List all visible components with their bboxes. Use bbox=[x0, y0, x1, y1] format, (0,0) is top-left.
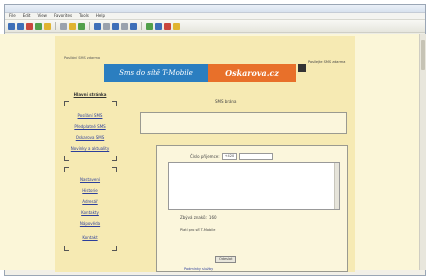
bracket-decoration bbox=[64, 246, 69, 251]
bracket-decoration bbox=[64, 156, 69, 161]
nav-link[interactable]: Oskarova SMS bbox=[62, 135, 118, 140]
recipient-input[interactable] bbox=[239, 153, 274, 160]
small-logo[interactable]: Posílání SMS zdarma bbox=[62, 56, 102, 86]
toolbar-extra-icon[interactable] bbox=[173, 22, 180, 30]
mail-icon[interactable] bbox=[94, 22, 101, 30]
bracket-decoration bbox=[112, 246, 117, 251]
bracket-decoration bbox=[64, 167, 69, 172]
send-row: Odeslat bbox=[215, 256, 237, 263]
side-heading[interactable]: Hlavní stránka bbox=[62, 92, 118, 97]
form-note: Platí pro síť T-Mobile bbox=[180, 228, 216, 232]
textarea-scrollbar[interactable] bbox=[334, 163, 339, 209]
toolbar-separator bbox=[141, 22, 142, 30]
menu-view[interactable]: View bbox=[37, 13, 47, 19]
stop-icon[interactable] bbox=[26, 22, 33, 30]
refresh-icon[interactable] bbox=[35, 22, 42, 30]
menu-bar: File Edit View Favorites Tools Help bbox=[5, 13, 425, 20]
scrollbar-thumb[interactable] bbox=[421, 40, 425, 70]
nav-link[interactable]: Nastavení bbox=[62, 177, 118, 182]
banner-note: Posílejte SMS zdarma bbox=[308, 60, 346, 64]
menu-favorites[interactable]: Favorites bbox=[54, 13, 72, 19]
title-bar bbox=[5, 5, 425, 13]
nav-link[interactable]: Historie bbox=[62, 188, 118, 193]
info-box bbox=[140, 112, 347, 134]
bracket-decoration bbox=[112, 156, 117, 161]
partner-logo bbox=[298, 64, 306, 72]
edit-icon[interactable] bbox=[112, 22, 119, 30]
chars-row: Zbývá znaků: 160 bbox=[180, 215, 217, 220]
nav-link[interactable]: Nápověda bbox=[62, 221, 118, 226]
message-textarea[interactable] bbox=[168, 162, 340, 210]
recipient-label: Číslo příjemce: bbox=[190, 154, 220, 159]
bracket-decoration bbox=[64, 101, 69, 106]
messenger-icon[interactable] bbox=[130, 22, 137, 30]
back-icon[interactable] bbox=[8, 22, 15, 30]
bracket-decoration bbox=[112, 167, 117, 172]
recipient-row: Číslo příjemce: +420 bbox=[190, 153, 274, 160]
banner-oskarova[interactable]: Oskarova.cz bbox=[208, 64, 296, 82]
nav-link[interactable]: Novinky a aktuality bbox=[62, 146, 118, 151]
discuss-icon[interactable] bbox=[121, 22, 128, 30]
main-title: SMS brána bbox=[215, 99, 237, 104]
footer-link[interactable]: Podmínky služby bbox=[184, 267, 213, 271]
chars-value: 160 bbox=[208, 215, 217, 220]
toolbar-separator bbox=[55, 22, 56, 30]
toolbar bbox=[5, 20, 425, 33]
nav-link[interactable]: Kontakt bbox=[62, 235, 118, 240]
history-icon[interactable] bbox=[78, 22, 85, 30]
toolbar-separator bbox=[89, 22, 90, 30]
forward-icon[interactable] bbox=[17, 22, 24, 30]
nav-link[interactable]: Kontakty bbox=[62, 210, 118, 215]
menu-edit[interactable]: Edit bbox=[23, 13, 31, 19]
send-button[interactable]: Odeslat bbox=[215, 256, 237, 263]
menu-tools[interactable]: Tools bbox=[79, 13, 89, 19]
banner-tmobile[interactable]: Sms do sítě T-Mobile bbox=[104, 64, 208, 82]
toolbar-extra-icon[interactable] bbox=[146, 22, 153, 30]
toolbar-extra-icon[interactable] bbox=[155, 22, 162, 30]
menu-help[interactable]: Help bbox=[96, 13, 105, 19]
nav-link[interactable]: Adresář bbox=[62, 199, 118, 204]
nav-link[interactable]: Posílání SMS bbox=[62, 113, 118, 118]
nav-link[interactable]: Předplatné SMS bbox=[62, 124, 118, 129]
toolbar-extra-icon[interactable] bbox=[164, 22, 171, 30]
prefix-select[interactable]: +420 bbox=[221, 153, 238, 160]
menu-file[interactable]: File bbox=[9, 13, 16, 19]
bracket-decoration bbox=[112, 101, 117, 106]
home-icon[interactable] bbox=[44, 22, 51, 30]
chars-label: Zbývá znaků: bbox=[180, 215, 207, 220]
print-icon[interactable] bbox=[103, 22, 110, 30]
favorites-icon[interactable] bbox=[69, 22, 76, 30]
search-icon[interactable] bbox=[60, 22, 67, 30]
